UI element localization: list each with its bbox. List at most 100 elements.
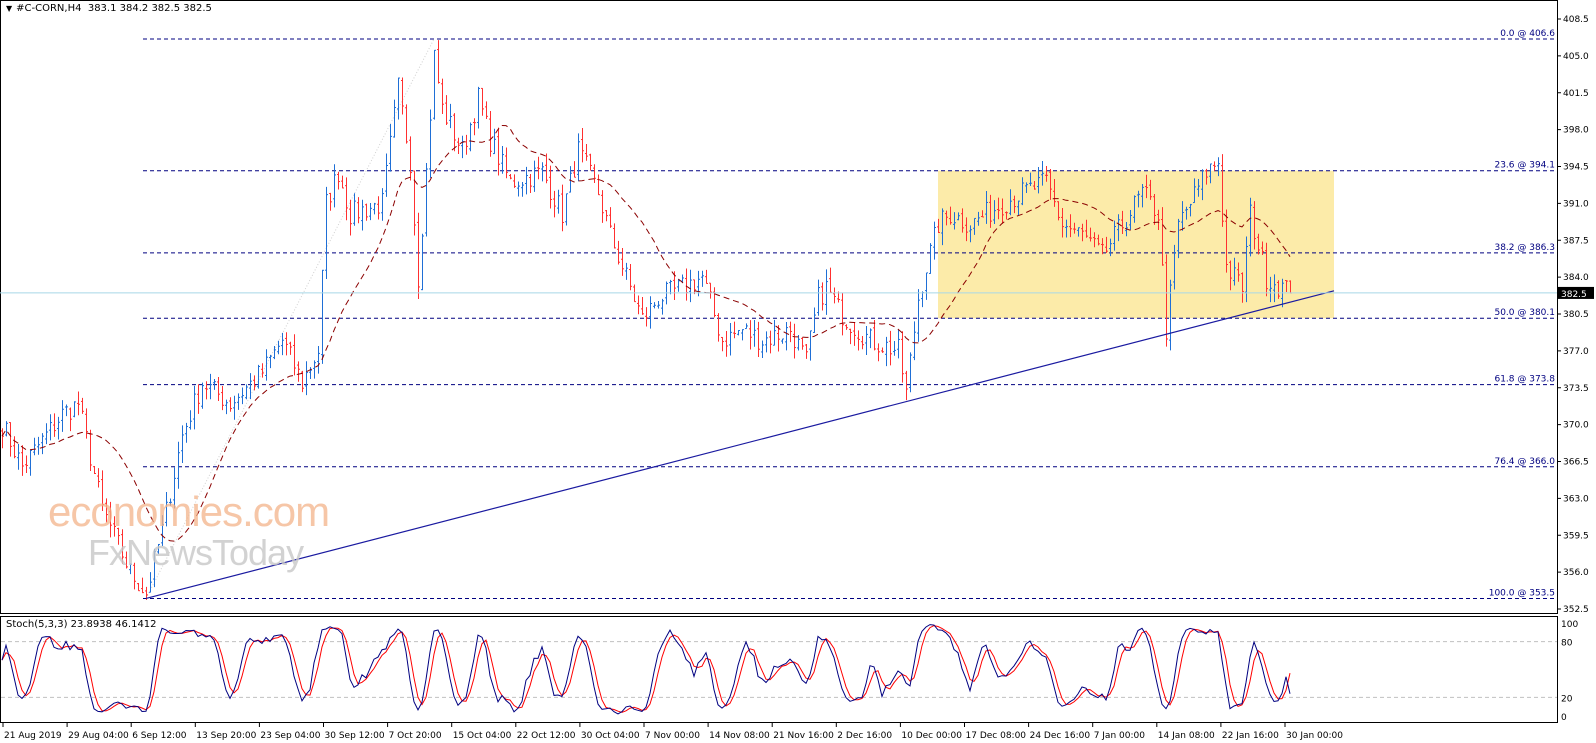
price-bar <box>149 572 152 593</box>
price-bar <box>489 111 492 157</box>
x-tick-label: 7 Nov 00:00 <box>645 731 700 741</box>
price-bar <box>249 373 252 400</box>
price-bar <box>773 319 776 346</box>
price-bar <box>625 262 628 280</box>
price-bar <box>61 400 64 432</box>
price-bar <box>601 190 604 223</box>
price-bar <box>433 49 436 120</box>
x-tick-label: 30 Sep 12:00 <box>325 731 385 741</box>
price-bar <box>177 441 180 489</box>
price-bar <box>69 407 72 432</box>
price-bar <box>17 443 20 470</box>
price-bar <box>1213 161 1216 171</box>
stoch-signal-line <box>1 625 1291 713</box>
price-bar <box>141 577 144 594</box>
price-bar <box>41 433 44 455</box>
y-tick-label: 398.0 <box>1563 126 1589 136</box>
price-bar <box>689 269 692 303</box>
price-bar <box>933 221 936 260</box>
y-tick-label: 377.0 <box>1563 347 1589 357</box>
y-tick-label: 384.0 <box>1563 273 1589 283</box>
price-bar <box>609 207 612 228</box>
price-bar <box>225 399 228 415</box>
price-bar <box>461 135 464 159</box>
price-bar <box>629 264 632 291</box>
price-bar <box>53 413 56 437</box>
y-tick-label: 401.5 <box>1563 89 1589 99</box>
price-bar <box>201 382 204 409</box>
y-tick-label: 352.5 <box>1563 605 1589 615</box>
price-bar <box>697 270 700 297</box>
price-bar <box>793 323 796 359</box>
price-bar <box>597 174 600 196</box>
y-tick-label: 408.5 <box>1563 15 1589 25</box>
price-bar <box>85 408 88 439</box>
price-bar <box>357 197 360 224</box>
ohlc-values: 383.1 384.2 382.5 382.5 <box>87 3 212 14</box>
price-bar <box>861 336 864 350</box>
collapse-triangle-icon[interactable]: ▼ <box>6 4 12 13</box>
price-bar <box>89 429 92 472</box>
price-bar <box>137 582 140 592</box>
fib-level-label: 76.4 @ 366.0 <box>1494 457 1555 467</box>
price-bar <box>401 77 404 115</box>
price-bar <box>193 385 196 430</box>
price-bar <box>13 436 16 459</box>
price-bar <box>337 171 340 190</box>
price-bar <box>289 341 292 355</box>
price-bar <box>441 78 444 114</box>
price-bar <box>741 329 744 341</box>
price-bar <box>897 329 900 359</box>
price-bar <box>449 103 452 129</box>
x-tick-label: 7 Jan 00:00 <box>1094 731 1146 741</box>
price-bar <box>49 414 52 441</box>
x-tick-label: 30 Jan 00:00 <box>1286 731 1343 741</box>
x-tick-label: 30 Oct 04:00 <box>581 731 640 741</box>
x-tick-label: 2 Dec 16:00 <box>837 731 892 741</box>
price-bar <box>293 334 296 376</box>
price-bar <box>501 145 504 174</box>
price-bar <box>693 279 696 295</box>
price-bar <box>5 421 8 437</box>
price-bar <box>877 343 880 362</box>
x-tick-label: 22 Oct 12:00 <box>517 731 576 741</box>
price-bar <box>473 118 476 136</box>
y-tick-label: 387.5 <box>1563 236 1589 246</box>
price-bar <box>29 449 32 476</box>
price-bar <box>669 279 672 295</box>
price-bar <box>801 337 804 350</box>
price-bar <box>641 296 644 315</box>
price-bar <box>541 162 544 182</box>
price-bar <box>677 278 680 292</box>
price-bar <box>233 395 236 420</box>
price-bar <box>349 199 352 236</box>
price-bar <box>305 361 308 396</box>
price-bar <box>893 341 896 356</box>
price-bar <box>269 354 272 369</box>
y-tick-label: 366.5 <box>1563 458 1589 468</box>
watermark-fxnewstoday: FxNewsToday <box>88 532 304 573</box>
price-bar <box>281 332 284 356</box>
price-bar <box>657 301 660 309</box>
watermark-economies: economies.com <box>48 488 330 535</box>
price-chart[interactable]: 0.0 @ 406.6 23.6 @ 394.1 38.2 @ 386.3 50.0 … <box>0 0 1596 743</box>
fib-level-label: 38.2 @ 386.3 <box>1494 243 1555 253</box>
price-bar <box>553 190 556 218</box>
x-tick-label: 14 Jan 08:00 <box>1158 731 1215 741</box>
price-bar <box>521 181 524 197</box>
price-bar <box>9 422 12 457</box>
stoch-level-label: 100 <box>1561 620 1578 630</box>
y-tick-label: 370.0 <box>1563 421 1589 431</box>
price-bar <box>901 331 904 383</box>
price-bar <box>661 298 664 315</box>
price-bar <box>853 322 856 346</box>
price-bar <box>513 174 516 188</box>
price-bar <box>557 189 560 214</box>
price-bar <box>817 279 820 316</box>
price-bar <box>549 165 552 209</box>
price-bar <box>325 186 328 279</box>
price-bar <box>789 321 792 343</box>
price-bar <box>921 291 924 308</box>
price-bar <box>621 248 624 276</box>
price-bar <box>345 177 348 221</box>
